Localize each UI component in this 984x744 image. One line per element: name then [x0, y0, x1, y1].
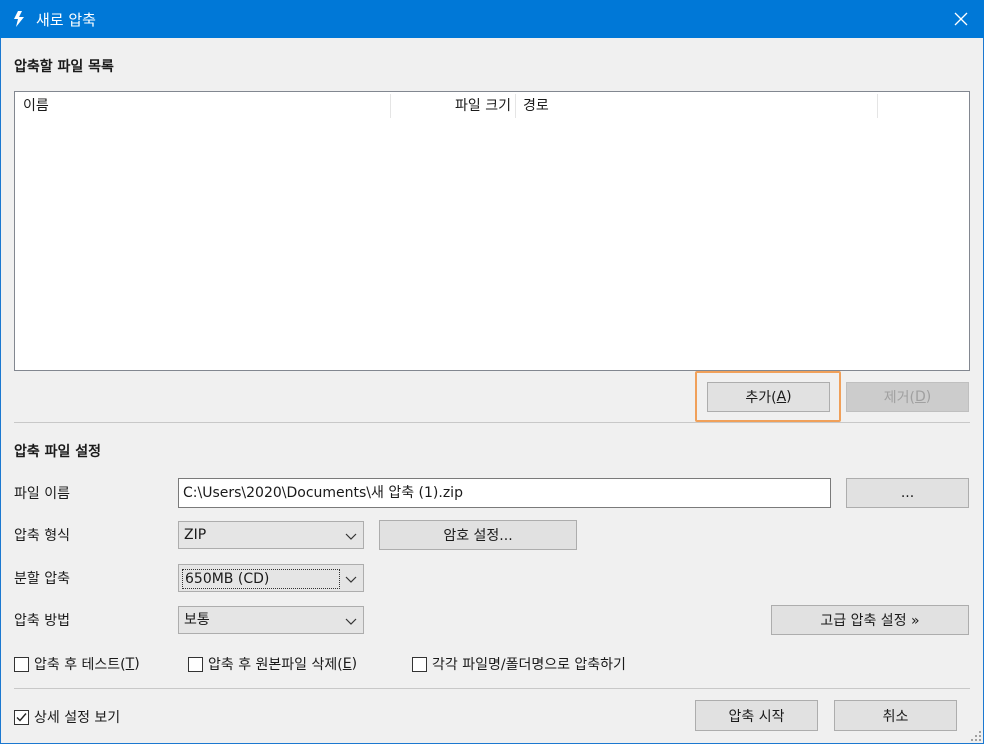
compress-each-checkbox[interactable]: 각각 파일명/폴더명으로 압축하기: [412, 654, 626, 674]
delete-original-key: E: [342, 656, 352, 672]
add-button[interactable]: 추가(A): [707, 382, 830, 412]
delete-original-suffix: ): [351, 656, 358, 672]
method-label: 압축 방법: [14, 613, 70, 629]
remove-button-label: 제거(: [883, 390, 915, 406]
format-select-value: ZIP: [184, 527, 207, 543]
checkbox-box[interactable]: [412, 656, 427, 672]
settings-title: 압축 파일 설정: [14, 444, 102, 460]
chevron-down-icon: [345, 576, 357, 583]
compress-each-label: 각각 파일명/폴더명으로 압축하기: [432, 657, 626, 673]
cancel-button[interactable]: 취소: [834, 700, 957, 731]
file-list[interactable]: 이름 파일 크기 경로: [14, 91, 970, 371]
split-select-value: 650MB (CD): [182, 569, 340, 589]
column-header-name[interactable]: 이름: [23, 92, 49, 120]
test-after-checkbox[interactable]: 압축 후 테스트(T): [14, 654, 140, 674]
browse-button[interactable]: ...: [846, 478, 969, 508]
start-compress-button[interactable]: 압축 시작: [695, 700, 818, 731]
password-button[interactable]: 암호 설정...: [379, 520, 577, 550]
split-select[interactable]: 650MB (CD): [178, 564, 364, 592]
test-after-suffix: ): [134, 656, 140, 672]
window-title: 새로 압축: [36, 11, 96, 29]
checkmark-icon: [16, 712, 27, 722]
divider: [14, 688, 970, 689]
add-button-suffix: ): [786, 389, 792, 405]
divider: [14, 422, 970, 423]
filename-label: 파일 이름: [14, 486, 70, 502]
add-button-label: 추가(: [745, 390, 777, 406]
remove-button-suffix: ): [925, 389, 932, 405]
chevron-down-icon: [345, 533, 357, 540]
remove-button-key: D: [914, 389, 926, 405]
lightning-icon: [14, 11, 24, 27]
column-header-size[interactable]: 파일 크기: [391, 92, 511, 120]
split-label: 분할 압축: [14, 571, 70, 587]
delete-original-checkbox[interactable]: 압축 후 원본파일 삭제(E): [188, 654, 357, 674]
format-select[interactable]: ZIP: [178, 521, 364, 549]
chevron-down-icon: [345, 618, 357, 625]
file-list-title: 압축할 파일 목록: [14, 59, 114, 75]
method-select[interactable]: 보통: [178, 606, 364, 634]
format-label: 압축 형식: [14, 528, 70, 544]
column-separator[interactable]: [515, 94, 516, 118]
column-header-path[interactable]: 경로: [523, 92, 549, 120]
checkbox-box[interactable]: [188, 656, 203, 672]
delete-original-label: 압축 후 원본파일 삭제(: [208, 657, 343, 673]
column-separator[interactable]: [877, 94, 878, 118]
resize-grip-icon[interactable]: [970, 730, 982, 742]
method-select-value: 보통: [184, 612, 210, 628]
close-icon: [954, 12, 968, 26]
filename-input[interactable]: C:\Users\2020\Documents\새 압축 (1).zip: [178, 478, 831, 508]
test-after-label: 압축 후 테스트(: [34, 657, 126, 673]
checkbox-box[interactable]: [14, 709, 29, 725]
close-button[interactable]: [938, 0, 984, 38]
advanced-settings-button[interactable]: 고급 압축 설정 »: [771, 605, 969, 635]
test-after-key: T: [125, 656, 135, 672]
remove-button[interactable]: 제거(D): [846, 382, 969, 412]
add-button-key: A: [776, 389, 787, 405]
show-details-checkbox[interactable]: 상세 설정 보기: [14, 707, 120, 727]
show-details-label: 상세 설정 보기: [34, 710, 121, 726]
title-bar: 새로 압축: [0, 0, 984, 38]
checkbox-box[interactable]: [14, 656, 29, 672]
